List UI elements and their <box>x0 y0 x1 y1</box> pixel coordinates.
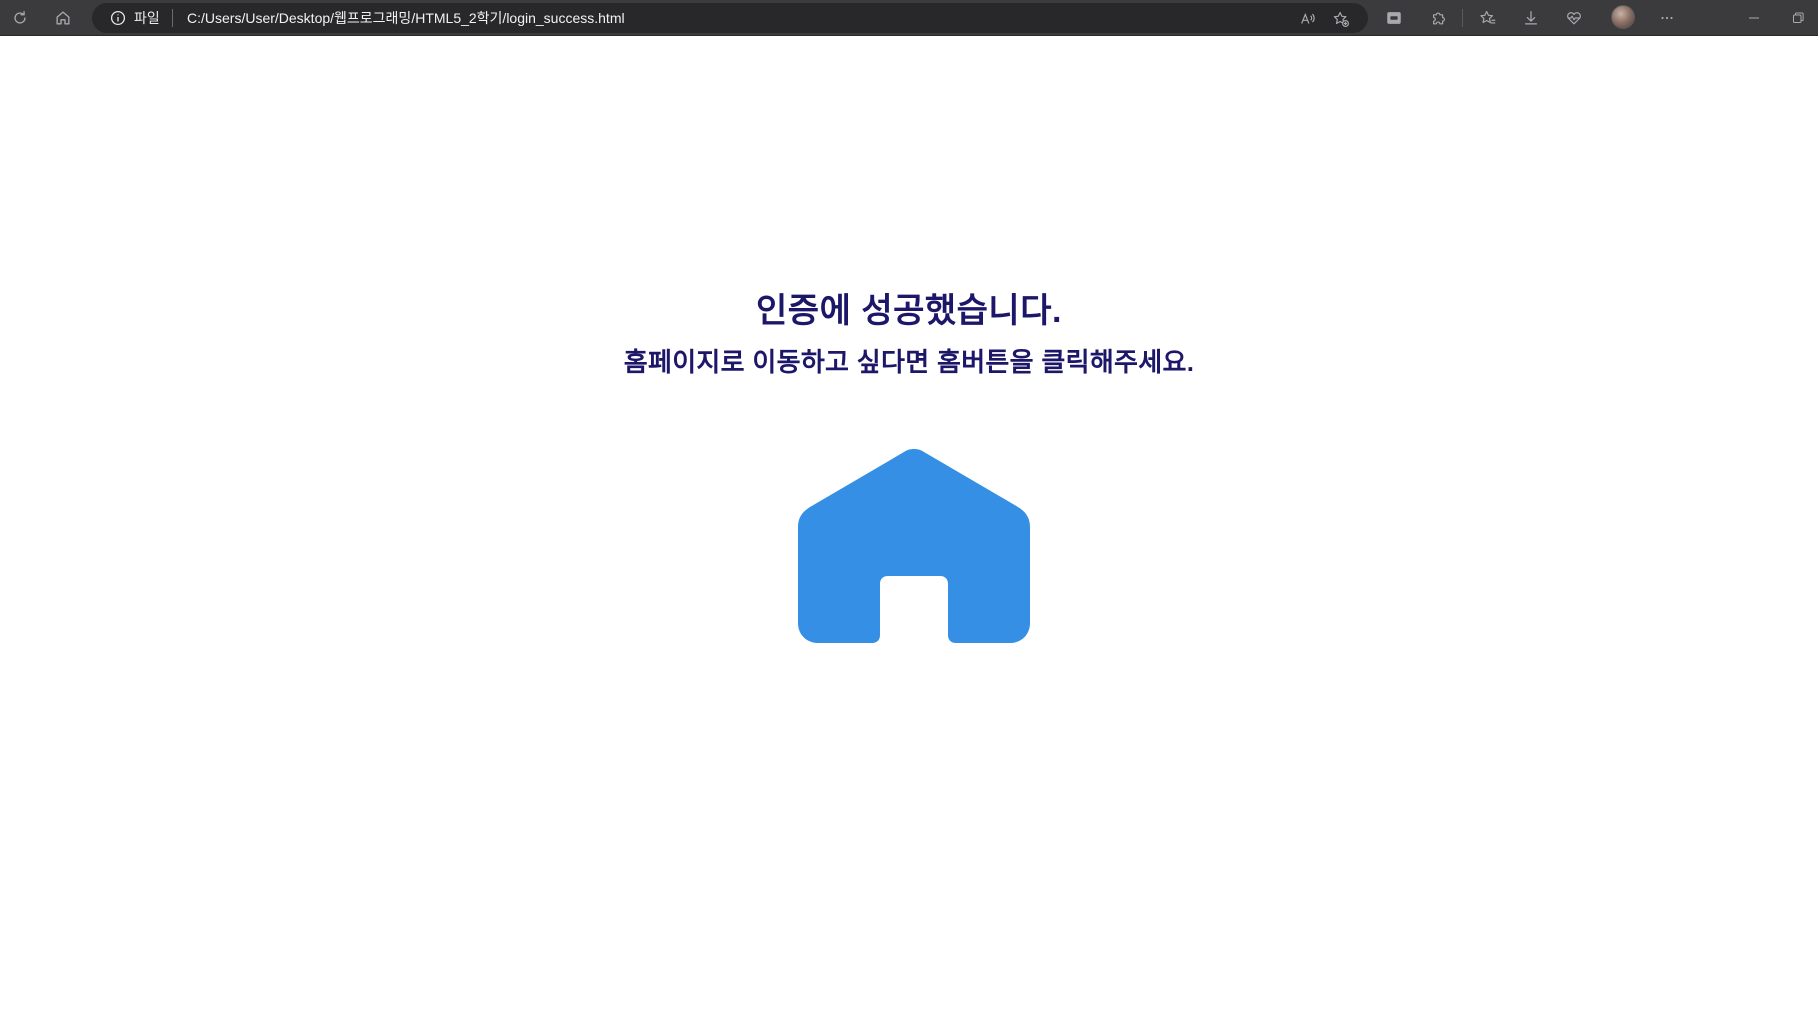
favorites-button[interactable] <box>1476 6 1500 30</box>
add-favorite-icon[interactable] <box>1330 8 1352 30</box>
home-icon <box>798 449 1030 643</box>
minimize-icon <box>1749 17 1759 19</box>
home-button[interactable] <box>49 4 77 32</box>
home-button[interactable] <box>786 417 1042 673</box>
info-icon[interactable] <box>110 10 126 26</box>
puzzle-icon <box>1433 12 1445 25</box>
browser-toolbar: 파일 C:/Users/User/Desktop/웹프로그래밍/HTML5_2학… <box>0 0 1818 36</box>
extension-ext-button[interactable] <box>1382 6 1406 30</box>
address-scheme-label: 파일 <box>134 10 160 26</box>
page-title: 인증에 성공했습니다. <box>756 292 1062 330</box>
avatar[interactable] <box>1611 5 1635 29</box>
toolbar-divider <box>1462 9 1463 27</box>
refresh-icon <box>14 11 26 24</box>
address-bar[interactable]: 파일 C:/Users/User/Desktop/웹프로그래밍/HTML5_2학… <box>92 3 1368 33</box>
favorites-icon <box>1480 10 1496 24</box>
refresh-button[interactable] <box>6 4 34 32</box>
heart-pulse-icon <box>1567 12 1581 25</box>
extensions-button[interactable] <box>1427 6 1451 30</box>
read-aloud-icon[interactable] <box>1297 8 1319 30</box>
page-content: 인증에 성공했습니다. 홈페이지로 이동하고 싶다면 홈버튼을 클릭해주세요. <box>0 36 1818 1036</box>
browser-essentials-button[interactable] <box>1562 6 1586 30</box>
address-divider <box>172 9 173 27</box>
more-button[interactable] <box>1655 6 1679 30</box>
minimize-button[interactable] <box>1742 6 1766 30</box>
home-icon <box>56 11 70 25</box>
address-url[interactable]: C:/Users/User/Desktop/웹프로그래밍/HTML5_2학기/l… <box>187 10 625 26</box>
downloads-button[interactable] <box>1519 6 1543 30</box>
instruction-text: 홈페이지로 이동하고 싶다면 홈버튼을 클릭해주세요. <box>623 347 1195 377</box>
extension-ext-icon <box>1387 12 1401 24</box>
download-icon <box>1524 11 1538 25</box>
restore-button[interactable] <box>1786 6 1810 30</box>
more-icon <box>1661 16 1673 20</box>
restore-icon <box>1793 12 1804 23</box>
